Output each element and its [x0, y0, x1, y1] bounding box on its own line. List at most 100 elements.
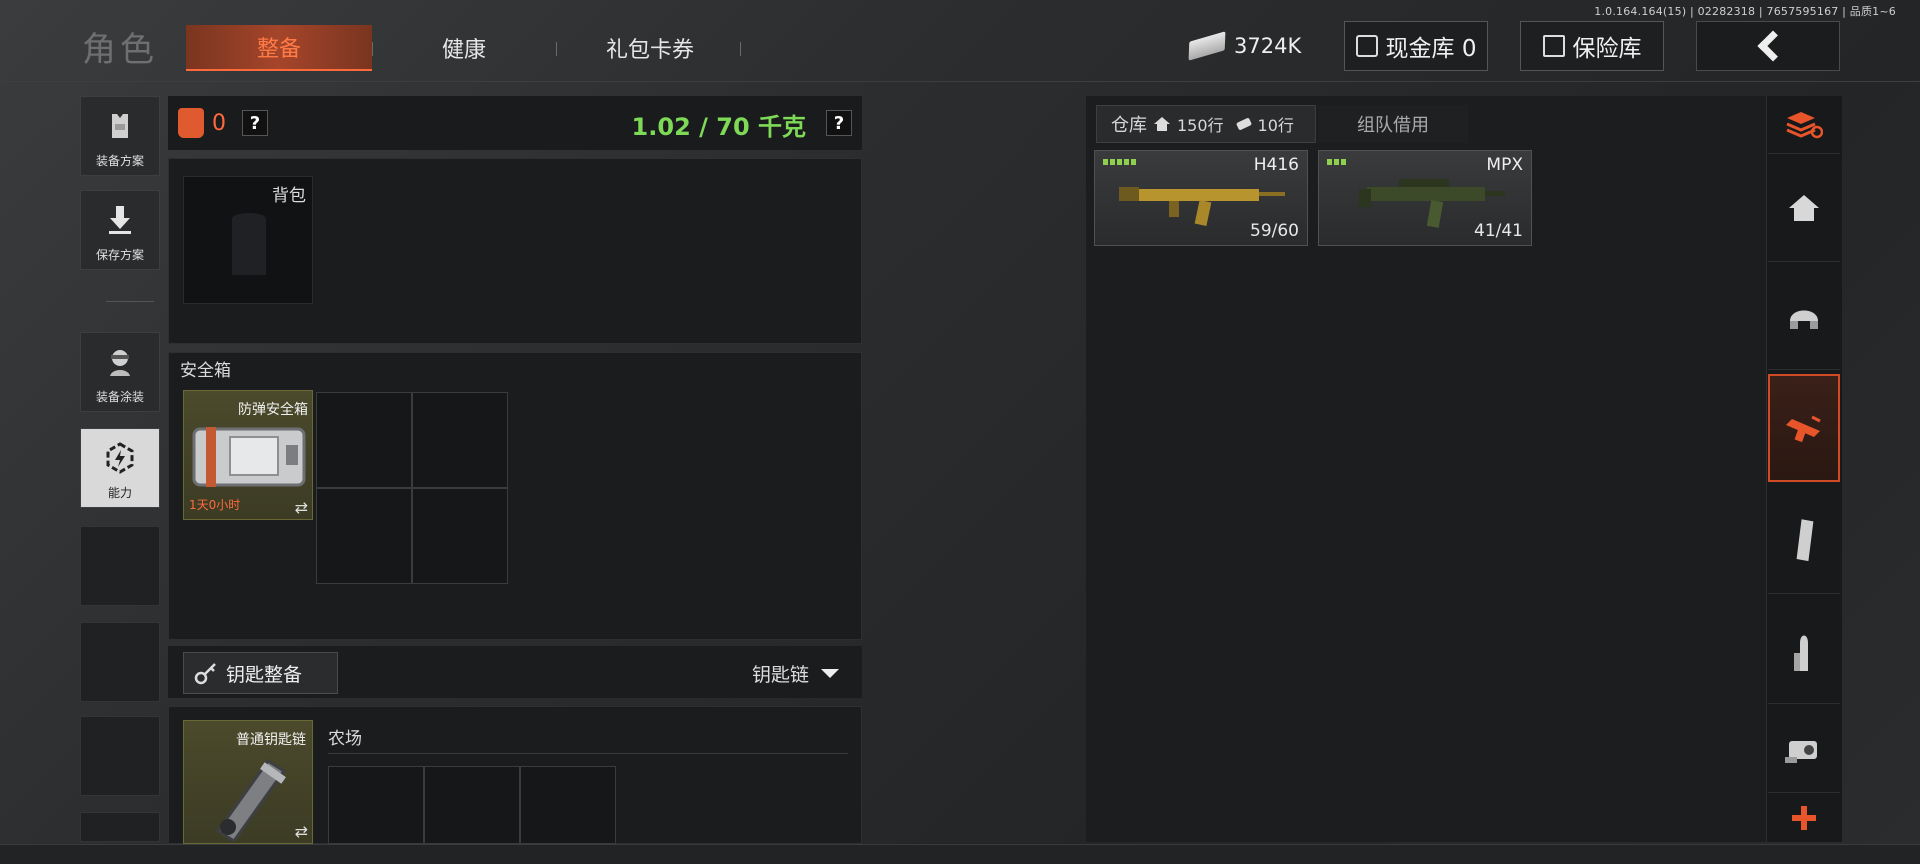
sidebar-item-loadout-plan[interactable]: 装备方案 [80, 96, 160, 176]
rarity-indicator [1327, 159, 1346, 165]
sidebar-empty-slot [80, 716, 160, 796]
tab-warehouse[interactable]: 仓库 150行 10行 [1096, 105, 1316, 143]
home-icon [1154, 117, 1170, 131]
chevron-down-icon [821, 669, 840, 678]
backpack-label: 背包 [272, 186, 306, 206]
swap-icon[interactable]: ⇄ [295, 822, 308, 841]
sidebar-item-save-plan[interactable]: 保存方案 [80, 190, 160, 270]
sidebar-item-skins[interactable]: 装备涂装 [80, 332, 160, 412]
download-icon [109, 206, 131, 234]
armor-count: 0 [212, 110, 226, 136]
soldier-icon [110, 350, 130, 376]
key-chain-dropdown[interactable]: 钥匙链 [752, 660, 840, 687]
weight-display: 1.02 / 70 千克 [631, 113, 806, 141]
warehouse-tab-label: 仓库 [1111, 115, 1147, 136]
tab-gift-cards[interactable]: 礼包卡券 [562, 25, 738, 71]
divider [328, 753, 848, 754]
item-ammo: 59/60 [1250, 221, 1299, 241]
rail-helmet[interactable] [1768, 262, 1840, 370]
rail-weapons[interactable] [1768, 374, 1840, 482]
key-loadout-button[interactable]: 钥匙整备 [183, 652, 338, 694]
grid-cell[interactable] [424, 766, 520, 844]
backpack-icon [232, 213, 266, 275]
help-button[interactable]: ? [242, 110, 268, 136]
sidebar-item-label: 装备方案 [95, 154, 144, 168]
chevron-left-icon [1757, 30, 1789, 62]
safe-button[interactable]: 保险库 [1520, 21, 1664, 71]
tab-health[interactable]: 健康 [378, 25, 550, 71]
bottom-strip [0, 844, 1920, 864]
key-loadout-label: 钥匙整备 [226, 663, 303, 686]
magazine-icon [1796, 518, 1814, 561]
scope-icon [1785, 741, 1817, 763]
key-icon [194, 663, 216, 685]
sidebar-item-label: 装备涂装 [95, 390, 144, 404]
cash-vault-label: 现金库 0 [1385, 36, 1477, 62]
key-slot-label: 农场 [328, 729, 362, 749]
vest-icon [112, 114, 128, 138]
plus-icon [1792, 805, 1816, 830]
tab-team-borrow[interactable]: 组队借用 [1318, 105, 1468, 143]
home-icon [1789, 194, 1819, 221]
helmet-icon [1790, 310, 1818, 329]
grid-cell[interactable] [412, 488, 508, 584]
cash-icon [1188, 31, 1226, 61]
keychain-item-name: 普通钥匙链 [236, 732, 306, 748]
rail-magazines[interactable] [1768, 486, 1840, 594]
ammo-icon [1794, 635, 1808, 671]
item-ammo: 41/41 [1474, 221, 1523, 241]
item-name: H416 [1253, 155, 1299, 175]
backpack-slot[interactable]: 背包 [183, 176, 313, 304]
vault-icon [1355, 35, 1378, 57]
weapon-category-icon [1786, 415, 1821, 443]
grid-cell[interactable] [316, 488, 412, 584]
safebox-item[interactable]: 防弹安全箱 1天0小时 ⇄ [183, 390, 313, 520]
tab-divider [372, 42, 373, 56]
safebox-title: 安全箱 [180, 361, 231, 381]
warehouse-home-rows: 150行 [1177, 116, 1224, 135]
rail-attachments[interactable] [1768, 706, 1840, 792]
warehouse-ticket-rows: 10行 [1257, 116, 1294, 135]
back-button[interactable] [1696, 21, 1840, 71]
sidebar-empty-slot [80, 622, 160, 702]
rail-ammo[interactable] [1768, 596, 1840, 704]
weight-help-button[interactable]: ? [826, 110, 852, 136]
sidebar-divider [106, 301, 154, 302]
sidebar-empty-slot [80, 526, 160, 606]
stack-icon [1786, 111, 1823, 138]
rail-stack[interactable] [1768, 96, 1840, 154]
tab-divider [556, 42, 557, 56]
grid-cell[interactable] [328, 766, 424, 844]
grid-cell[interactable] [412, 392, 508, 488]
ability-icon [106, 442, 134, 474]
cash-vault-button[interactable]: 现金库 0 [1344, 21, 1488, 71]
sidebar-empty-slot [80, 812, 160, 842]
safebox-timer: 1天0小时 [189, 498, 241, 512]
page-title: 角色 [82, 30, 158, 70]
keychain-item[interactable]: 普通钥匙链 ⇄ [183, 720, 313, 844]
key-slot-grid [328, 766, 616, 844]
key-chain-label: 钥匙链 [752, 664, 810, 686]
warehouse-item-h416[interactable]: H416 59/60 [1094, 150, 1308, 246]
warehouse-item-mpx[interactable]: MPX 41/41 [1318, 150, 1532, 246]
keychain-icon [215, 758, 287, 841]
currency-display: 3724K [1188, 28, 1302, 64]
safebox-icon [192, 427, 306, 487]
rail-add[interactable] [1768, 792, 1840, 842]
sidebar-item-label: 能力 [107, 486, 132, 500]
safe-label: 保险库 [1572, 36, 1642, 62]
rail-home[interactable] [1768, 154, 1840, 262]
loadout-header: 0 ? 1.02 / 70 千克 ? [168, 96, 862, 150]
swap-icon[interactable]: ⇄ [295, 498, 308, 517]
tab-divider [740, 42, 741, 56]
safebox-item-name: 防弹安全箱 [238, 402, 308, 418]
grid-cell[interactable] [520, 766, 616, 844]
rarity-indicator [1103, 159, 1136, 165]
tab-loadout[interactable]: 整备 [186, 25, 372, 71]
sidebar-item-abilities[interactable]: 能力 [80, 428, 160, 508]
grid-cell[interactable] [316, 392, 412, 488]
armor-icon [178, 108, 204, 138]
currency-amount: 3724K [1234, 34, 1302, 58]
ticket-icon [1236, 118, 1251, 130]
safe-icon [1542, 35, 1565, 57]
